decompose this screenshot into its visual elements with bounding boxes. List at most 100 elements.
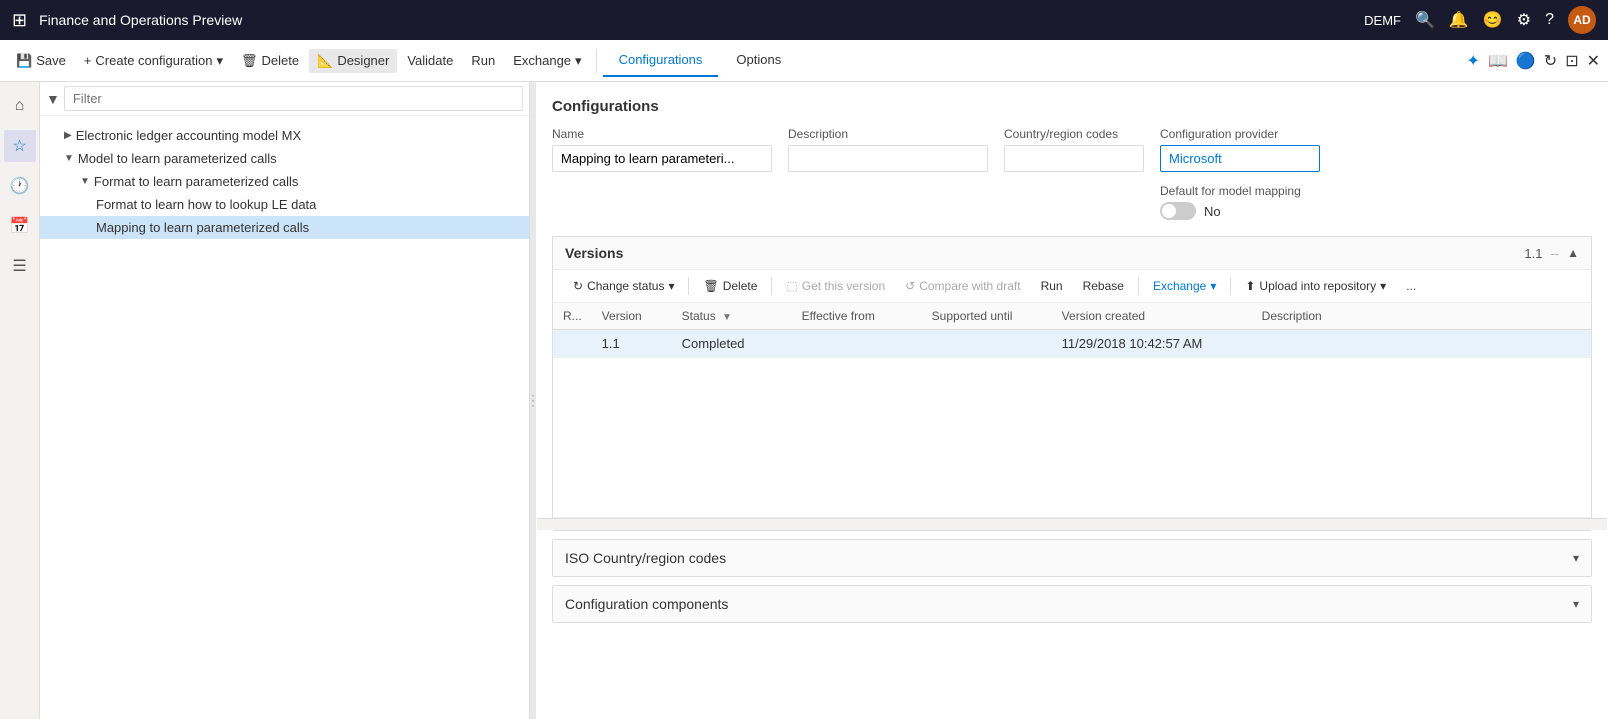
main-toolbar: 💾 Save + Create configuration ▾ 🗑 Delete… — [0, 40, 1608, 82]
iso-chevron-down-icon: ▾ — [1573, 551, 1579, 565]
sidebar-icon-calendar[interactable]: 📅 — [4, 210, 36, 242]
country-label: Country/region codes — [1004, 127, 1144, 141]
run-button[interactable]: Run — [463, 49, 503, 72]
main-layout: ⌂ ☆ 🕐 📅 ☰ ▼ ▶ Electronic ledger accounti… — [0, 82, 1608, 719]
form-group-country: Country/region codes — [1004, 127, 1144, 172]
grid-icon[interactable]: ⊞ — [12, 10, 27, 31]
iso-title: ISO Country/region codes — [565, 550, 726, 566]
save-icon: 💾 — [16, 53, 32, 69]
more-button[interactable]: ... — [1398, 276, 1424, 296]
cell-check — [553, 330, 592, 358]
sidebar-icon-recent[interactable]: 🕐 — [4, 170, 36, 202]
close-icon[interactable]: ✕ — [1587, 51, 1600, 71]
form-group-description: Description — [788, 127, 988, 172]
rebase-button[interactable]: Rebase — [1075, 276, 1132, 296]
toolbar-separator — [596, 49, 597, 73]
get-version-button[interactable]: ⬚ Get this version — [778, 276, 893, 296]
sidebar-icon-list[interactable]: ☰ — [4, 250, 36, 282]
compare-draft-button[interactable]: ↺ Compare with draft — [897, 276, 1028, 296]
country-input[interactable] — [1004, 145, 1144, 172]
th-supported: Supported until — [922, 303, 1052, 330]
designer-button[interactable]: 📐 Designer — [309, 49, 397, 73]
validate-button[interactable]: Validate — [399, 49, 461, 72]
tree-item-model[interactable]: ▼ Model to learn parameterized calls — [40, 147, 529, 170]
badge-icon[interactable]: 🔵 — [1516, 51, 1536, 71]
delete-icon: 🗑 — [241, 53, 258, 69]
name-input[interactable] — [552, 145, 772, 172]
provider-label: Configuration provider — [1160, 127, 1320, 141]
vtb-separator-4 — [1230, 277, 1231, 295]
description-input[interactable] — [788, 145, 988, 172]
settings-icon[interactable]: ⚙ — [1517, 10, 1531, 30]
refresh-icon[interactable]: ↻ — [1544, 51, 1557, 71]
description-label: Description — [788, 127, 988, 141]
plus-icon: + — [84, 53, 92, 68]
change-status-button[interactable]: ↻ Change status ▾ — [565, 276, 682, 296]
exchange-button[interactable]: Exchange ▾ — [505, 49, 589, 73]
iso-header[interactable]: ISO Country/region codes ▾ — [553, 540, 1591, 576]
create-config-button[interactable]: + Create configuration ▾ — [76, 49, 231, 73]
th-created: Version created — [1052, 303, 1252, 330]
config-components-section: Configuration components ▾ — [552, 585, 1592, 623]
tree-item-format[interactable]: ▼ Format to learn parameterized calls — [40, 170, 529, 193]
cell-effective — [792, 330, 922, 358]
versions-run-button[interactable]: Run — [1033, 276, 1071, 296]
upload-repo-button[interactable]: ⬆ Upload into repository ▾ — [1237, 276, 1394, 296]
get-version-icon: ⬚ — [786, 279, 797, 293]
horizontal-scrollbar[interactable] — [537, 518, 1607, 530]
tree-item-format-lookup[interactable]: Format to learn how to lookup LE data — [40, 193, 529, 216]
app-title: Finance and Operations Preview — [39, 12, 242, 28]
chevron-down-icon: ▼ — [64, 153, 74, 164]
filter-icon[interactable]: ▼ — [46, 91, 60, 107]
empty-row — [553, 358, 1591, 518]
th-status: Status ▼ — [672, 303, 792, 330]
book-icon[interactable]: 📖 — [1488, 51, 1508, 71]
cell-version: 1.1 — [592, 330, 672, 358]
content-panel: Configurations Name Description Country/… — [536, 82, 1608, 719]
toggle-label: No — [1204, 204, 1221, 219]
tab-configurations[interactable]: Configurations — [603, 44, 719, 77]
versions-exchange-button[interactable]: Exchange ▾ — [1145, 276, 1224, 296]
chevron-right-icon: ▶ — [64, 130, 72, 141]
save-button[interactable]: 💾 Save — [8, 49, 74, 73]
tab-options[interactable]: Options — [720, 44, 797, 77]
section-title: Configurations — [552, 98, 1592, 115]
form-group-provider: Configuration provider Default for model… — [1160, 127, 1320, 220]
smiley-icon[interactable]: 😊 — [1483, 10, 1503, 30]
versions-controls: 1.1 -- ▲ — [1524, 246, 1579, 261]
config-components-header[interactable]: Configuration components ▾ — [553, 586, 1591, 622]
filter-input[interactable] — [64, 86, 523, 111]
default-mapping-toggle[interactable] — [1160, 202, 1196, 220]
collapse-versions-button[interactable]: ▲ — [1567, 246, 1579, 260]
designer-icon: 📐 — [317, 53, 333, 69]
delete-button[interactable]: 🗑 Delete — [233, 49, 307, 73]
cell-supported — [922, 330, 1052, 358]
default-mapping-label: Default for model mapping — [1160, 184, 1320, 198]
th-description: Description — [1252, 303, 1591, 330]
tree-item-mapping[interactable]: Mapping to learn parameterized calls — [40, 216, 529, 239]
star-icon[interactable]: ✦ — [1467, 51, 1480, 71]
versions-toolbar: ↻ Change status ▾ 🗑 Delete ⬚ Get this ve… — [553, 270, 1591, 303]
help-icon[interactable]: ? — [1545, 11, 1554, 29]
cell-description — [1252, 330, 1591, 358]
search-icon[interactable]: 🔍 — [1415, 10, 1435, 30]
sidebar-icon-star[interactable]: ☆ — [4, 130, 36, 162]
title-bar-right: DEMF 🔍 🔔 😊 ⚙ ? AD — [1364, 6, 1596, 34]
provider-input[interactable] — [1160, 145, 1320, 172]
sidebar-icons: ⌂ ☆ 🕐 📅 ☰ — [0, 82, 40, 719]
versions-delete-button[interactable]: 🗑 Delete — [695, 276, 765, 296]
bell-icon[interactable]: 🔔 — [1449, 10, 1469, 30]
sidebar-icon-home[interactable]: ⌂ — [4, 90, 36, 122]
th-version: Version — [592, 303, 672, 330]
resize-icon[interactable]: ⊡ — [1565, 51, 1578, 71]
status-filter-icon[interactable]: ▼ — [722, 312, 732, 323]
iso-section: ISO Country/region codes ▾ — [552, 539, 1592, 577]
tree-item-electronic-ledger[interactable]: ▶ Electronic ledger accounting model MX — [40, 124, 529, 147]
avatar[interactable]: AD — [1568, 6, 1596, 34]
refresh-small-icon: ↻ — [573, 279, 583, 293]
upload-icon: ⬆ — [1245, 279, 1255, 293]
form-group-name: Name — [552, 127, 772, 172]
versions-section: Versions 1.1 -- ▲ ↻ Change status ▾ 🗑 De… — [552, 236, 1592, 531]
table-row[interactable]: 1.1 Completed 11/29/2018 10:42:57 AM — [553, 330, 1591, 358]
vtb-separator-2 — [771, 277, 772, 295]
